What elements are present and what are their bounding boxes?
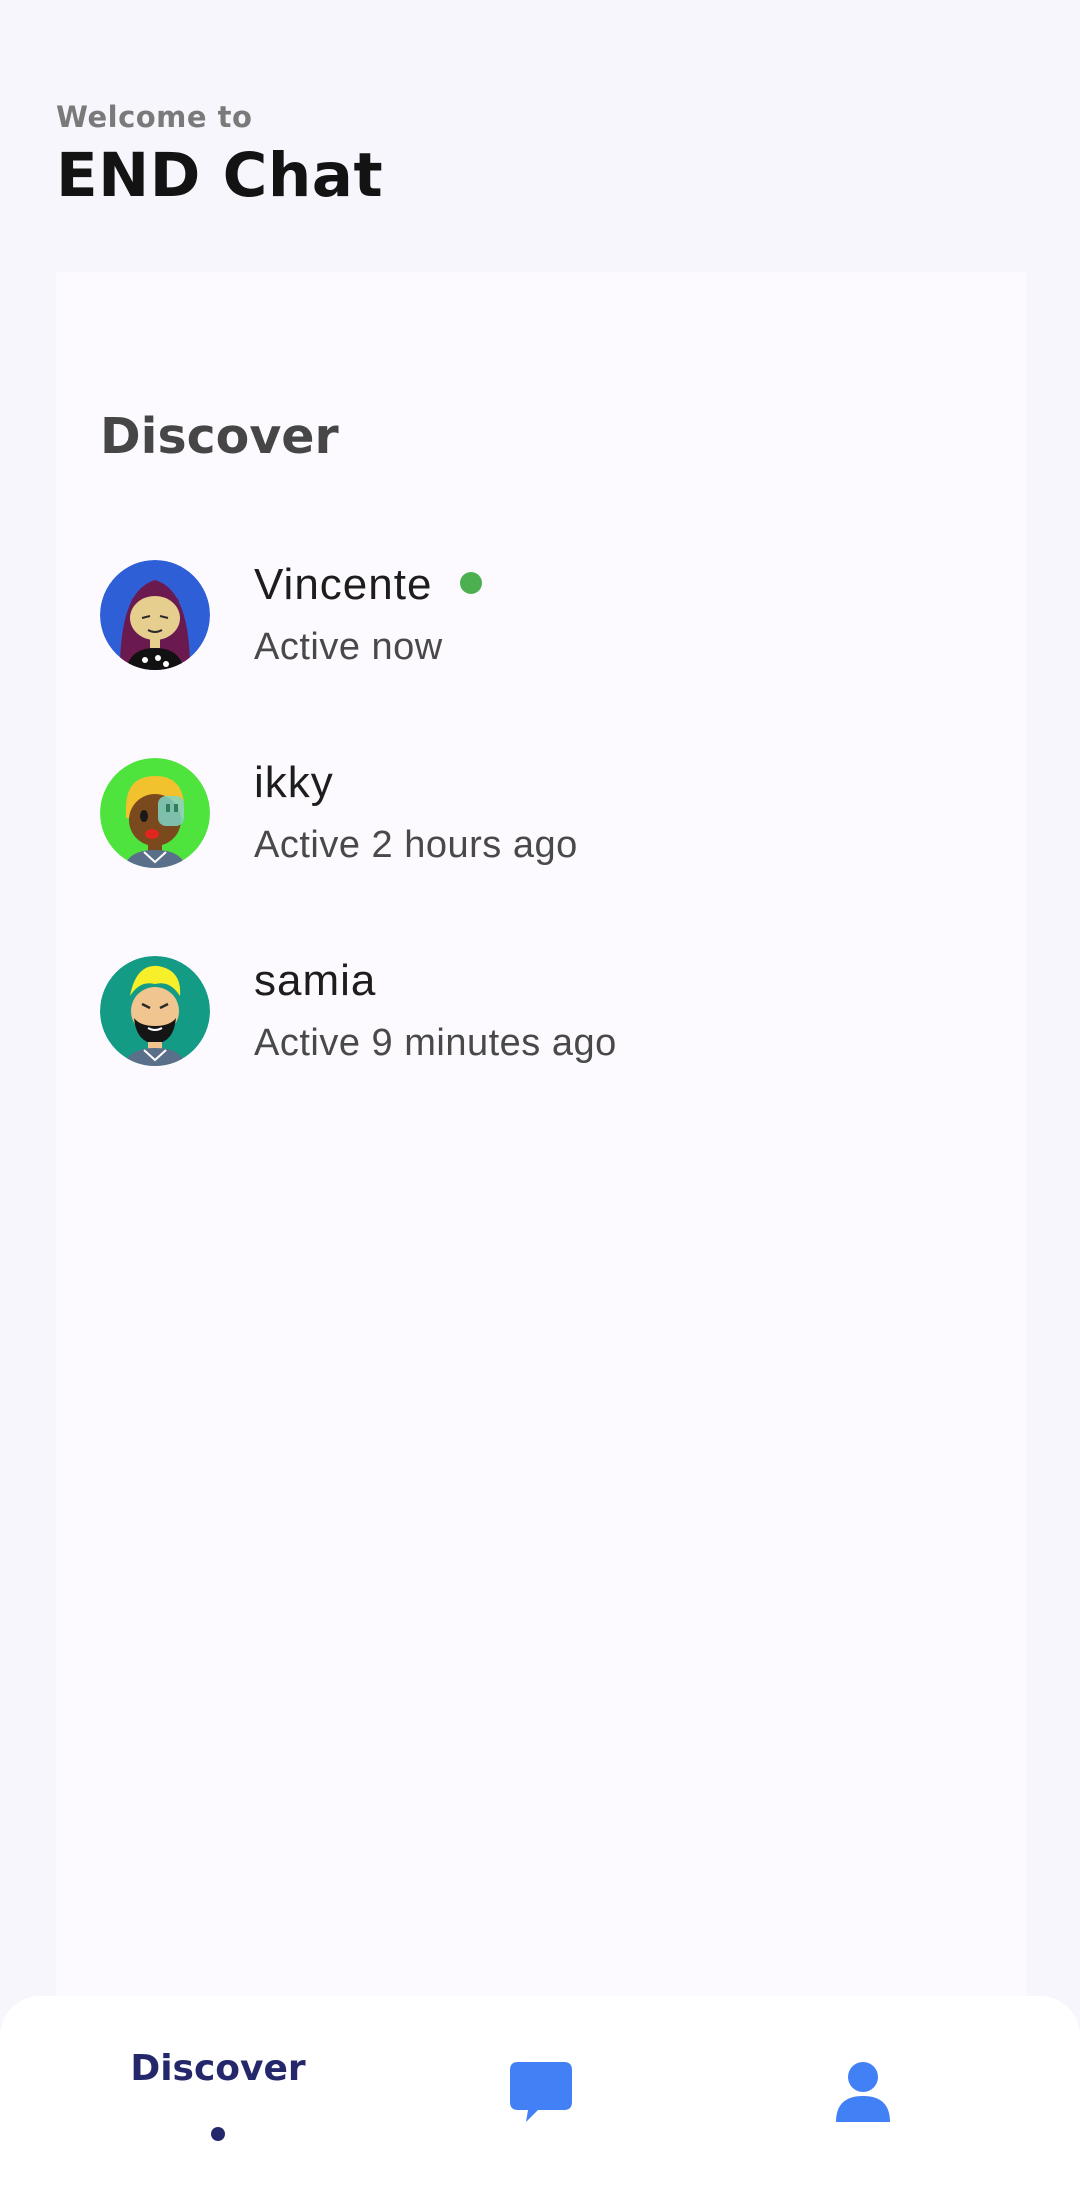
user-name: ikky [254, 758, 334, 807]
nav-tab-discover[interactable]: Discover [130, 2048, 306, 2148]
chat-bubble-icon [510, 2062, 572, 2122]
nav-tab-profile[interactable] [836, 2062, 890, 2122]
online-indicator [460, 572, 483, 595]
avatar-ikky-icon [100, 758, 210, 868]
discover-card: Discover Vincente Active now ikky Active… [56, 272, 1026, 2032]
avatar-samia [100, 956, 210, 1066]
avatar-vincente [100, 560, 210, 670]
welcome-text: Welcome to [56, 100, 253, 134]
nav-discover-label: Discover [130, 2048, 306, 2089]
user-item-ikky[interactable]: ikky Active 2 hours ago [100, 758, 980, 870]
person-icon [836, 2062, 890, 2122]
avatar-ikky [100, 758, 210, 868]
active-tab-indicator [211, 2127, 225, 2141]
user-item-vincente[interactable]: Vincente Active now [100, 560, 980, 672]
user-name: Vincente [254, 560, 483, 610]
user-status: Active now [254, 626, 443, 668]
user-status: Active 9 minutes ago [254, 1022, 617, 1064]
user-status: Active 2 hours ago [254, 824, 578, 866]
avatar-samia-icon [100, 956, 210, 1066]
discover-title: Discover [100, 408, 339, 465]
bottom-nav: Discover [0, 1996, 1080, 2190]
app-title: END Chat [56, 140, 384, 211]
user-name: samia [254, 956, 377, 1005]
avatar-vincente-icon [100, 560, 210, 670]
header: Welcome to END Chat [56, 100, 383, 211]
nav-tab-chats[interactable] [510, 2062, 572, 2122]
user-name-text: Vincente [254, 560, 433, 609]
user-item-samia[interactable]: samia Active 9 minutes ago [100, 956, 980, 1068]
